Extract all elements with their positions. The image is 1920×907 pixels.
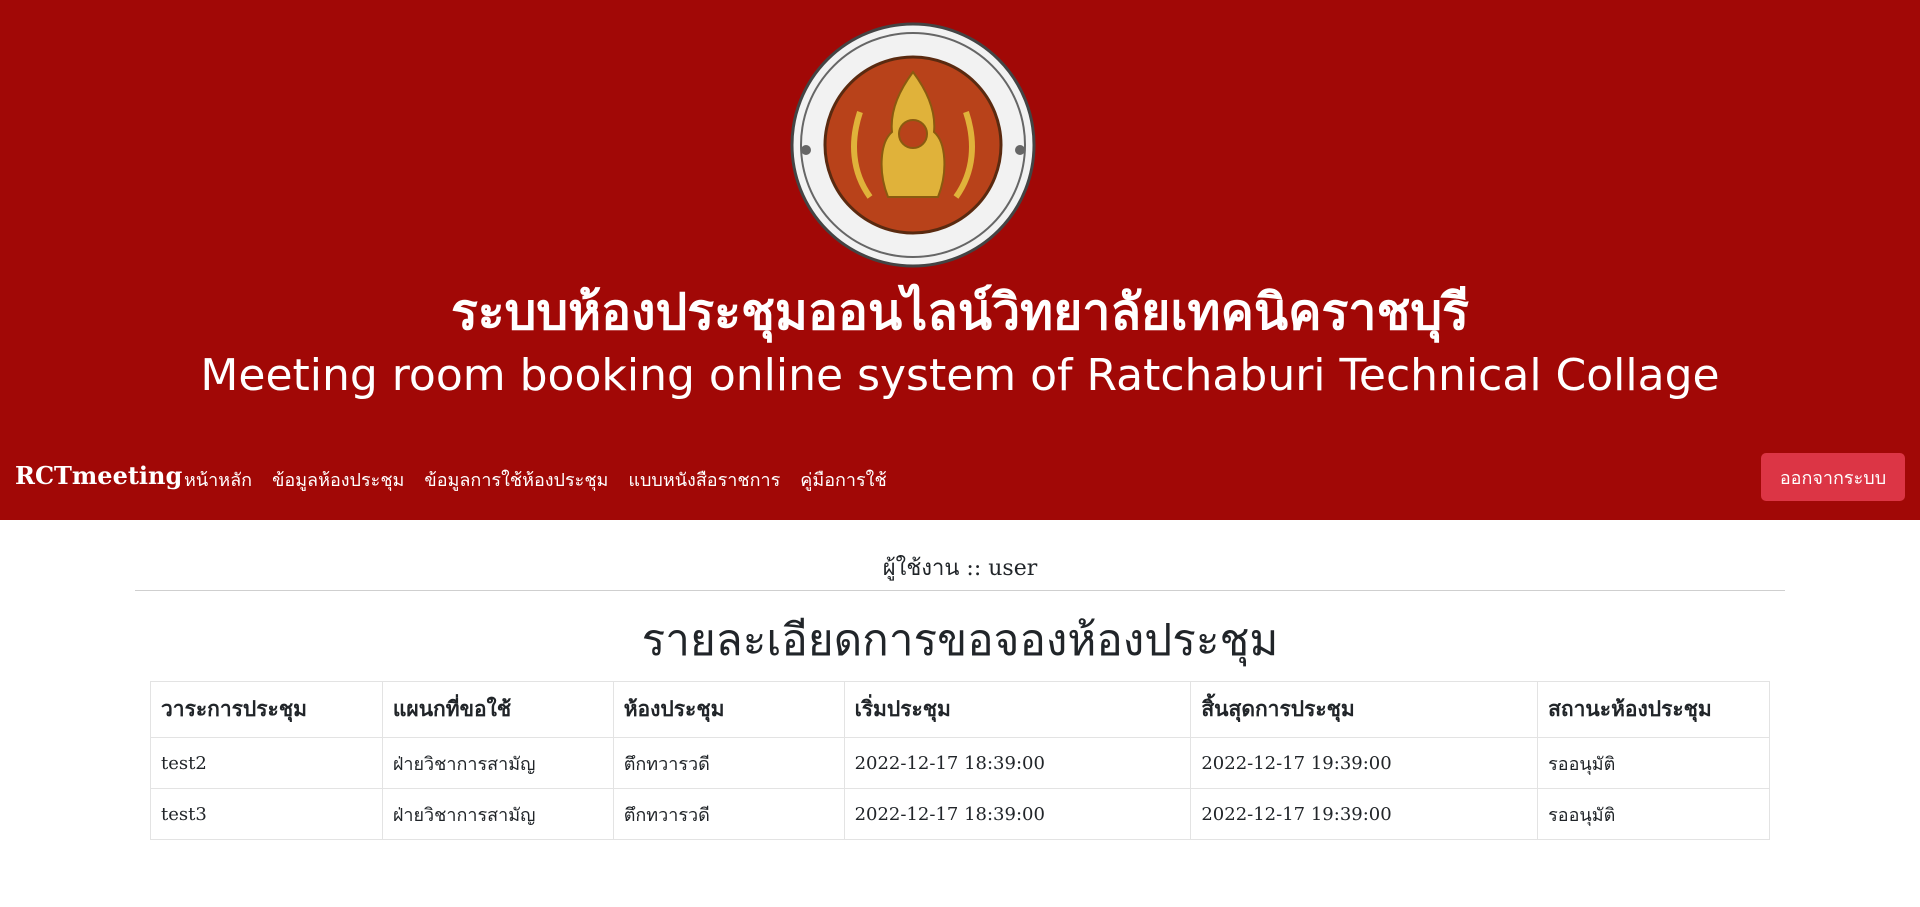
system-title-thai: ระบบห้องประชุมออนไลน์วิทยาลัยเทคนิคราชบุ… [450,283,1470,341]
system-title-english: Meeting room booking online system of Ra… [200,350,1720,401]
divider [135,590,1785,591]
cell-status: รออนุมัติ [1537,788,1770,840]
cell-agenda: test2 [150,737,383,789]
logout-button[interactable]: ออกจากระบบ [1761,453,1905,501]
nav-link-rooms[interactable]: ข้อมูลห้องประชุม [262,465,414,494]
cell-room: ตึกทวารวดี [612,737,845,789]
nav-link-manual[interactable]: คู่มือการใช้ [790,465,896,494]
cell-department: ฝ่ายวิชาการสามัญ [381,788,614,840]
page-title: รายละเอียดการขอจองห้องประชุม [641,615,1279,666]
navbar-brand[interactable]: RCTmeeting [15,461,182,490]
nav-link-home[interactable]: หน้าหลัก [174,465,262,494]
cell-start: 2022-12-17 18:39:00 [843,788,1192,840]
cell-end: 2022-12-17 19:39:00 [1190,788,1539,840]
table-row: test2 ฝ่ายวิชาการสามัญ ตึกทวารวดี 2022-1… [150,737,1770,789]
cell-department: ฝ่ายวิชาการสามัญ [381,737,614,789]
header-banner: ระบบห้องประชุมออนไลน์วิทยาลัยเทคนิคราชบุ… [0,0,1920,520]
nav-links: หน้าหลัก ข้อมูลห้องประชุม ข้อมูลการใช้ห้… [174,465,897,494]
nav-link-official-forms[interactable]: แบบหนังสือราชการ [618,465,790,494]
cell-agenda: test3 [150,788,383,840]
booking-details-table: วาระการประชุม แผนกที่ขอใช้ ห้องประชุม เร… [150,681,1770,840]
column-header-agenda: วาระการประชุม [150,681,383,738]
cell-start: 2022-12-17 18:39:00 [843,737,1192,789]
table-row: test3 ฝ่ายวิชาการสามัญ ตึกทวารวดี 2022-1… [150,788,1770,840]
column-header-status: สถานะห้องประชุม [1537,681,1770,738]
cell-status: รออนุมัติ [1537,737,1770,789]
navbar: RCTmeeting หน้าหลัก ข้อมูลห้องประชุม ข้อ… [0,445,1920,507]
column-header-start: เริ่มประชุม [843,681,1192,738]
college-seal-logo [790,22,1036,268]
table-header-row: วาระการประชุม แผนกที่ขอใช้ ห้องประชุม เร… [150,681,1770,738]
column-header-department: แผนกที่ขอใช้ [381,681,614,738]
nav-link-room-usage[interactable]: ข้อมูลการใช้ห้องประชุม [414,465,618,494]
column-header-end: สิ้นสุดการประชุม [1190,681,1539,738]
current-user-label: ผู้ใช้งาน :: user [882,556,1038,581]
cell-end: 2022-12-17 19:39:00 [1190,737,1539,789]
column-header-room: ห้องประชุม [612,681,845,738]
cell-room: ตึกทวารวดี [612,788,845,840]
